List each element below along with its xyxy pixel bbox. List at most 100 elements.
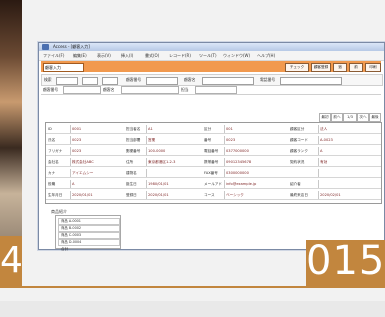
table-cell-label: 担当部署 <box>126 138 141 142</box>
left-page-number: 4 <box>0 236 22 286</box>
menu-format[interactable]: 書式(O) <box>145 53 159 59</box>
table-cell-label: 顧客ランク <box>290 149 308 153</box>
menu-records[interactable]: レコード(R) <box>169 53 191 59</box>
table-cell-value[interactable]: 株式会社ABC <box>70 158 126 166</box>
table-cell-label: フリガナ <box>48 149 63 153</box>
menu-view[interactable]: 表示(V) <box>97 53 111 59</box>
table-cell-label: 区分 <box>204 127 212 131</box>
add-button[interactable]: 追 <box>333 63 347 72</box>
table-cell-value[interactable]: 0023 <box>70 136 126 144</box>
product-list: 商品 A-0001 商品 B-0002 商品 C-0003 商品 D-0004 <box>55 215 121 249</box>
table-cell-value[interactable]: 0023 <box>224 136 290 144</box>
table-cell-value[interactable]: 09012345678 <box>224 158 290 166</box>
table-cell-value[interactable]: info@example.jp <box>224 180 290 188</box>
window-title: Access - [顧客入力] <box>53 44 90 49</box>
table-cell-value[interactable]: 有効 <box>318 158 380 166</box>
side-photo <box>0 0 22 255</box>
record-staff-field[interactable] <box>195 86 237 94</box>
pager-first[interactable]: 最初 <box>319 113 331 122</box>
table-cell-value[interactable]: A-0023 <box>318 136 380 144</box>
menu-edit[interactable]: 編集(E) <box>73 53 87 59</box>
menu-file[interactable]: ファイル(F) <box>43 53 64 59</box>
table-cell-value[interactable]: 法人 <box>318 125 380 133</box>
bottom-divider <box>0 286 385 288</box>
customer-name-input[interactable] <box>202 77 254 85</box>
prev-button[interactable]: 前 <box>349 63 363 72</box>
table-cell-value[interactable]: 001 <box>224 125 290 133</box>
phone-label: 電話番号 <box>260 77 276 82</box>
table-cell-label: ID <box>48 127 52 131</box>
table-row: ID 0001 担当者名 A1 区分 001 顧客区分 法人 <box>46 125 381 134</box>
table-cell-label: 最終来店日 <box>290 193 308 197</box>
table-cell-label: 役職 <box>48 182 56 186</box>
table-cell-label: 会社名 <box>48 160 59 164</box>
table-cell-value[interactable]: 2020/02/01 <box>318 191 380 199</box>
pager-next[interactable]: 次へ <box>357 113 369 122</box>
table-cell-value[interactable]: 1980/01/01 <box>146 180 204 188</box>
table-cell-value[interactable] <box>318 169 380 177</box>
pager-prev[interactable]: 前へ <box>331 113 343 122</box>
table-cell-label: 電話番号 <box>204 149 219 153</box>
table-cell-value[interactable] <box>146 169 204 177</box>
app-icon <box>42 44 49 50</box>
table-cell-value[interactable]: 0300000000 <box>224 169 290 177</box>
record-name-field[interactable] <box>121 86 179 94</box>
table-cell-value[interactable]: 100-0000 <box>146 147 204 155</box>
table-cell-label: 誕生日 <box>126 182 137 186</box>
table-cell-label: 紹介者 <box>290 182 301 186</box>
form-title-field[interactable]: 顧客入力 <box>43 63 84 72</box>
customer-no-label: 顧客番号 <box>126 77 142 82</box>
customer-no-input[interactable] <box>146 77 178 85</box>
print-button[interactable]: 印刷 <box>365 63 381 72</box>
search-toolbar: 検索 顧客番号 顧客名 電話番号 <box>41 74 383 86</box>
menu-insert[interactable]: 挿入(I) <box>121 53 133 59</box>
table-cell-label: 郵便番号 <box>126 149 141 153</box>
table-cell-label: 生年月日 <box>48 193 63 197</box>
table-cell-label: 携帯番号 <box>204 160 219 164</box>
table-cell-value[interactable]: A <box>318 147 380 155</box>
check-button[interactable]: チェック <box>285 63 309 72</box>
pager-position: 1/3 <box>343 113 357 122</box>
table-cell-value[interactable]: 2020/01/01 <box>70 191 126 199</box>
list-item[interactable]: 商品 C-0003 <box>58 232 120 239</box>
table-cell-label: 氏名 <box>48 138 56 142</box>
pager-last[interactable]: 最後 <box>369 113 381 122</box>
table-cell-label: 契約状況 <box>290 160 305 164</box>
table-cell-label: 担当者名 <box>126 127 141 131</box>
phone-input[interactable] <box>280 77 342 85</box>
table-cell-label: 住所 <box>126 160 134 164</box>
table-row: 役職 A誕生日 1980/01/01メールアドレスinfo@example.jp紹介… <box>46 180 381 189</box>
table-cell-value[interactable]: A1 <box>146 125 204 133</box>
filter-box-1[interactable] <box>82 77 98 85</box>
table-cell-value[interactable]: 0001 <box>70 125 126 133</box>
filter-box-2[interactable] <box>102 77 118 85</box>
menu-help[interactable]: ヘルプ(H) <box>257 53 275 59</box>
table-cell-value[interactable]: ベーシック <box>224 191 290 199</box>
menu-tools[interactable]: ツール(T) <box>199 53 217 59</box>
table-cell-label: メールアドレス <box>204 182 222 186</box>
menu-window[interactable]: ウィンドウ(W) <box>223 53 250 59</box>
register-button[interactable]: 顧客登録 <box>311 63 331 72</box>
record-info-row: 顧客番号 顧客名 担当 <box>41 86 381 95</box>
page-scene: 4 Access - [顧客入力] ファイル(F) 編集(E) 表示(V) 挿入… <box>0 0 385 317</box>
table-cell-label: 顧客コード <box>290 138 308 142</box>
table-cell-value[interactable]: 2020/01/01 <box>146 191 204 199</box>
list-item[interactable]: 商品 D-0004 <box>58 239 120 246</box>
record-no-field[interactable] <box>63 86 101 94</box>
record-no-label: 顧客番号 <box>43 87 59 92</box>
table-row: フリガナ 0023 郵便番号 100-0000 電話番号 0377000000 顧客ランク A <box>46 147 381 156</box>
table-cell-value[interactable]: 0023 <box>70 147 126 155</box>
table-row: 会社名 株式会社ABC 住所 東京都港区1-2-3 携帯番号 09012345678 契約状… <box>46 158 381 167</box>
table-cell-value[interactable]: 0377000000 <box>224 147 290 155</box>
list-item[interactable]: 商品 A-0001 <box>58 218 120 225</box>
table-cell-value[interactable]: 営業 <box>146 136 204 144</box>
search-input[interactable] <box>56 77 78 85</box>
table-cell-value[interactable]: 東京都港区1-2-3 <box>146 158 204 166</box>
list-item[interactable]: 商品 B-0002 <box>58 225 120 232</box>
record-staff-label: 担当 <box>181 87 189 92</box>
table-cell-value[interactable] <box>318 180 380 188</box>
table-cell-value[interactable]: アイエムシー <box>70 169 126 177</box>
search-label: 検索 <box>44 77 52 82</box>
table-cell-value[interactable]: A <box>70 180 126 188</box>
customer-grid: ID 0001 担当者名 A1 区分 001 顧客区分 法人 氏名 0023 担当部署 営業 番号 002… <box>45 122 382 204</box>
